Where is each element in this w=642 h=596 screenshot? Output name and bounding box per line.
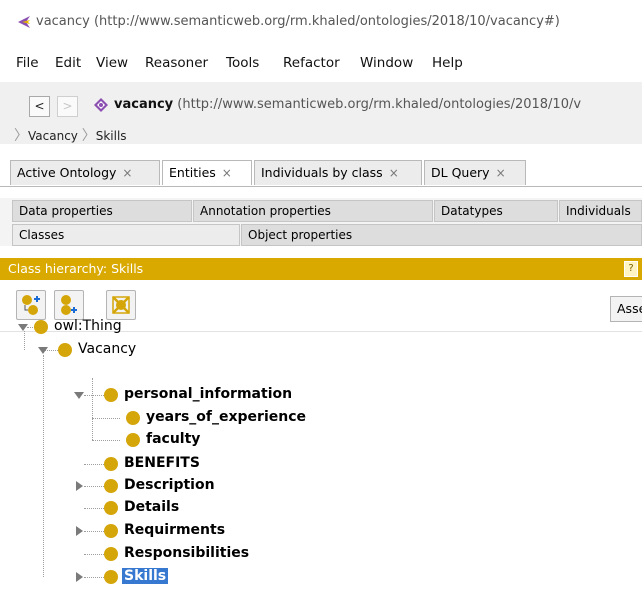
expand-arrow-icon[interactable] — [74, 392, 84, 399]
ontology-diamond-icon — [94, 98, 108, 112]
ontology-iri: vacancy (http://www.semanticweb.org/rm.k… — [114, 97, 581, 112]
close-icon[interactable]: × — [222, 166, 232, 180]
class-icon — [104, 524, 118, 538]
tree-connector — [84, 464, 104, 465]
tab-entities[interactable]: Entities × — [162, 160, 252, 185]
tab-label: DL Query — [431, 165, 490, 180]
tree-connector — [84, 554, 104, 555]
ontology-iri-text: (http://www.semanticweb.org/rm.khaled/on… — [173, 97, 582, 112]
tab-dl-query[interactable]: DL Query × — [424, 160, 526, 185]
breadcrumb-item-skills[interactable]: Skills — [96, 129, 127, 143]
add-subclass-icon — [22, 295, 40, 315]
class-icon — [104, 457, 118, 471]
close-icon[interactable]: × — [496, 166, 506, 180]
tree-connector — [84, 531, 104, 532]
tree-connector — [92, 440, 120, 441]
breadcrumb: 〉Vacancy 〉Skills — [14, 125, 127, 145]
tab-label: Active Ontology — [17, 165, 117, 180]
tree-node-label: Vacancy — [78, 341, 137, 357]
tree-node-label: faculty — [146, 431, 201, 447]
breadcrumb-item-vacancy[interactable]: Vacancy — [28, 129, 78, 143]
tree-node-label: BENEFITS — [124, 455, 200, 471]
menu-bar: File Edit View Reasoner Tools Refactor W… — [0, 46, 642, 82]
collapsed-arrow-icon[interactable] — [76, 572, 83, 582]
collapsed-arrow-icon[interactable] — [76, 481, 83, 491]
breadcrumb-separator-icon: 〉 — [81, 128, 96, 144]
ontology-name: vacancy — [114, 97, 174, 112]
collapsed-arrow-icon[interactable] — [76, 526, 83, 536]
class-icon — [126, 433, 140, 447]
window-title: vacancy (http://www.semanticweb.org/rm.k… — [36, 14, 560, 29]
tab-object-properties[interactable]: Object properties — [241, 224, 642, 246]
class-icon — [104, 388, 118, 402]
expand-arrow-icon[interactable] — [38, 347, 48, 354]
tree-connector — [24, 331, 25, 350]
menu-view[interactable]: View — [96, 55, 128, 71]
menu-help[interactable]: Help — [432, 55, 463, 71]
help-icon[interactable]: ? — [624, 261, 638, 277]
tab-annotation-properties[interactable]: Annotation properties — [193, 200, 433, 222]
add-sibling-class-button[interactable] — [54, 290, 84, 320]
tree-connector — [92, 418, 120, 419]
close-icon[interactable]: × — [389, 166, 399, 180]
tab-individuals[interactable]: Individuals — [559, 200, 642, 222]
class-icon — [104, 570, 118, 584]
tree-node-label-selected: Skills — [122, 568, 169, 584]
class-icon — [34, 320, 48, 334]
tree-node-label: personal_information — [124, 386, 293, 402]
asserted-dropdown[interactable]: Asserted — [610, 296, 642, 322]
menu-file[interactable]: File — [16, 55, 39, 71]
tree-connector — [43, 355, 44, 577]
tab-data-properties[interactable]: Data properties — [12, 200, 192, 222]
class-icon — [126, 411, 140, 425]
class-hierarchy-title: Class hierarchy: Skills — [8, 261, 144, 276]
forward-button[interactable]: > — [57, 96, 78, 117]
class-icon — [104, 479, 118, 493]
tree-connector — [92, 378, 93, 440]
tab-label: Entities — [169, 165, 216, 180]
menu-window[interactable]: Window — [360, 55, 413, 71]
back-button[interactable]: < — [29, 96, 50, 117]
tree-connector — [84, 395, 104, 396]
tree-connector — [84, 508, 104, 509]
class-icon — [58, 343, 72, 357]
tree-node-label: Responsibilities — [124, 545, 250, 561]
menu-tools[interactable]: Tools — [226, 55, 259, 71]
tree-node-label: years_of_experience — [146, 409, 307, 425]
tree-node-label: Description — [124, 477, 215, 493]
tab-active-ontology[interactable]: Active Ontology × — [10, 160, 160, 185]
expand-arrow-icon[interactable] — [18, 324, 28, 331]
menu-edit[interactable]: Edit — [55, 55, 81, 71]
tree-node-label: Details — [124, 499, 180, 515]
tree-connector — [84, 486, 104, 487]
breadcrumb-separator-icon: 〉 — [14, 128, 28, 144]
tab-individuals-by-class[interactable]: Individuals by class × — [254, 160, 422, 185]
tab-classes[interactable]: Classes — [12, 224, 240, 246]
tab-datatypes[interactable]: Datatypes — [434, 200, 558, 222]
close-icon[interactable]: × — [122, 166, 132, 180]
delete-class-icon — [112, 296, 130, 314]
class-icon — [104, 501, 118, 515]
menu-reasoner[interactable]: Reasoner — [145, 55, 208, 71]
class-icon — [104, 547, 118, 561]
add-subclass-button[interactable] — [16, 290, 46, 320]
tab-label: Individuals by class — [261, 165, 383, 180]
tree-node-label: owl:Thing — [54, 318, 122, 334]
menu-refactor[interactable]: Refactor — [283, 55, 340, 71]
tree-node-label: Requirments — [124, 522, 226, 538]
tree-connector — [84, 577, 104, 578]
add-sibling-class-icon — [61, 295, 77, 315]
protege-app-icon — [18, 16, 30, 28]
delete-class-button[interactable] — [106, 290, 136, 320]
